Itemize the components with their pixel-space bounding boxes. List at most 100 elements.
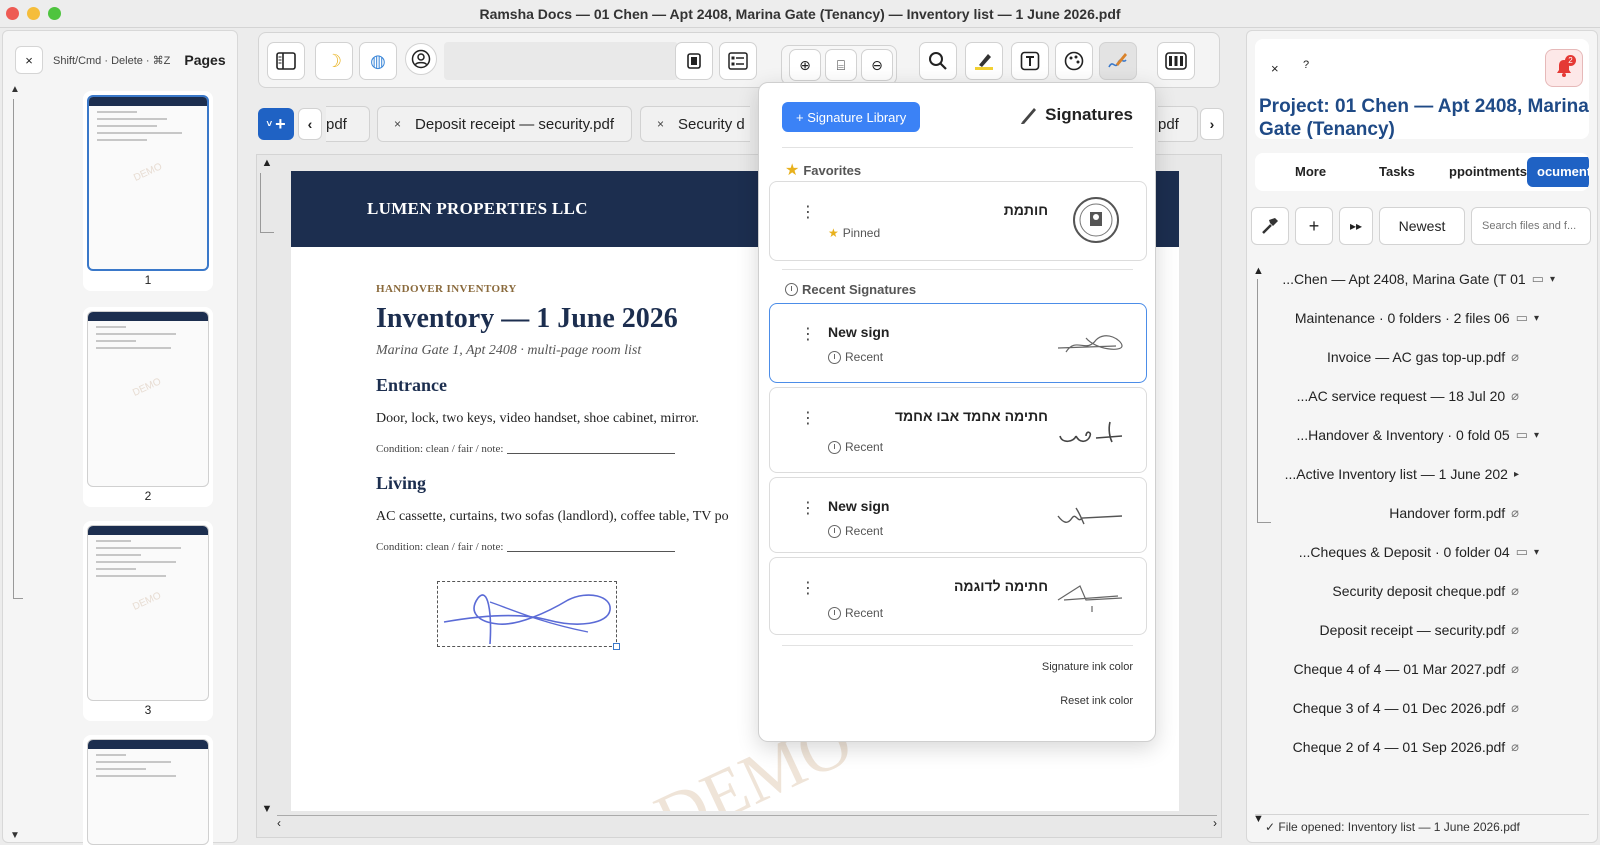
close-panel-icon[interactable]: ×: [1271, 61, 1279, 76]
signature-library-button[interactable]: + Signature Library: [782, 102, 921, 132]
files-scroll-thumb[interactable]: [1257, 279, 1271, 523]
tab-more[interactable]: More: [1295, 164, 1326, 179]
more-options-icon[interactable]: ⋮: [800, 324, 816, 344]
document-horizontal-scrollbar[interactable]: ‹ ›: [277, 815, 1217, 831]
zoom-window-button[interactable]: [48, 7, 61, 20]
new-tab-button[interactable]: ˅ +: [258, 108, 294, 140]
zoom-out-icon[interactable]: ⊖: [861, 49, 893, 81]
scroll-left-icon[interactable]: ‹: [277, 816, 281, 830]
pages-scroll-track[interactable]: [13, 99, 23, 599]
tab-documents[interactable]: ocuments ·: [1527, 157, 1589, 187]
dark-mode-icon[interactable]: ☽: [315, 42, 353, 80]
fit-page-icon[interactable]: ⌸: [825, 49, 857, 81]
highlighter-icon[interactable]: [965, 42, 1003, 80]
tab-item-4[interactable]: pdf: [1158, 106, 1198, 142]
scroll-down-icon[interactable]: ▼: [260, 803, 274, 815]
tree-row-folder[interactable]: ...Chen — Apt 2408, Marina Gate (T 01 ▭ ▾: [1282, 271, 1555, 287]
tree-row-file[interactable]: Cheque 2 of 4 — 01 Sep 2026.pdf ⌀: [1293, 739, 1519, 755]
chevron-down-icon[interactable]: ▾: [1550, 274, 1555, 285]
close-tab-icon[interactable]: ×: [394, 117, 401, 131]
more-options-icon[interactable]: ⋮: [800, 498, 816, 518]
tabs-next-button[interactable]: ›: [1200, 108, 1224, 140]
tab-tasks[interactable]: Tasks: [1379, 164, 1415, 179]
sort-dropdown[interactable]: Newest: [1379, 207, 1465, 245]
tree-row-file[interactable]: ...AC service request — 18 Jul 20 ⌀: [1297, 388, 1519, 404]
condition-label: Condition: clean / fair / note:: [376, 541, 504, 553]
signature-card-recent-2[interactable]: ⋮ חתימה אחמד אבו אחמד Recent: [769, 387, 1147, 473]
placed-signature[interactable]: [437, 581, 620, 650]
palette-icon[interactable]: [1055, 42, 1093, 80]
tree-row-file[interactable]: Cheque 4 of 4 — 01 Mar 2027.pdf ⌀: [1293, 661, 1519, 677]
chevron-down-icon[interactable]: ▾: [1534, 547, 1539, 558]
page-thumbnail-2[interactable]: DEMO 2: [83, 307, 213, 507]
scroll-up-icon[interactable]: ▲: [260, 157, 274, 169]
paperclip-icon: ⌀: [1511, 505, 1519, 520]
tab-item-2[interactable]: × Deposit receipt — security.pdf: [377, 106, 632, 142]
close-window-button[interactable]: [6, 7, 19, 20]
tree-row-folder[interactable]: ...Handover & Inventory · 0 fold 05 ▭ ▾: [1296, 427, 1539, 443]
grid-view-icon[interactable]: [1157, 42, 1195, 80]
page-thumbnail-4[interactable]: [83, 735, 213, 845]
more-options-icon[interactable]: ⋮: [800, 408, 816, 428]
chevron-down-icon[interactable]: ▾: [1534, 430, 1539, 441]
signature-preview: [1057, 585, 1123, 612]
tree-row-folder[interactable]: ...Active Inventory list — 1 June 202 ▸: [1285, 466, 1519, 482]
scroll-up-icon[interactable]: ▲: [1253, 265, 1264, 277]
tree-row-folder[interactable]: ...Cheques & Deposit · 0 folder 04 ▭ ▾: [1299, 544, 1539, 560]
scroll-up-icon[interactable]: ▲: [7, 83, 23, 97]
tree-row-file[interactable]: Security deposit cheque.pdf ⌀: [1332, 583, 1519, 599]
hammer-icon[interactable]: [1251, 207, 1289, 245]
signature-status: Recent: [828, 524, 883, 538]
text-tool-icon[interactable]: [1011, 42, 1049, 80]
toolbar-search-input[interactable]: [444, 42, 678, 80]
checklist-icon[interactable]: [719, 42, 757, 80]
reset-ink-color-button[interactable]: Reset ink color: [1060, 695, 1133, 707]
signature-card-recent-1[interactable]: ⋮ New sign Recent: [769, 303, 1147, 383]
tree-row-folder[interactable]: Maintenance · 0 folders · 2 files 06 ▭ ▾: [1295, 310, 1539, 326]
more-options-icon[interactable]: ⋮: [800, 578, 816, 598]
signature-tool-icon[interactable]: [1099, 42, 1137, 80]
pages-scrollbar[interactable]: ▲ ▼: [7, 83, 25, 843]
search-icon[interactable]: [919, 42, 957, 80]
document-title: Inventory — 1 June 2026: [376, 303, 678, 334]
notifications-button[interactable]: 2: [1545, 49, 1583, 87]
sidebar-toggle-icon[interactable]: [267, 42, 305, 80]
files-search-input[interactable]: [1471, 207, 1591, 245]
page-thumbnail-3[interactable]: DEMO 3: [83, 521, 213, 721]
more-options-icon[interactable]: ⋮: [800, 202, 816, 222]
signature-card-favorite[interactable]: ⋮ חותמת ★ Pinned: [769, 181, 1147, 261]
title-bar: Ramsha Docs — 01 Chen — Apt 2408, Marina…: [0, 0, 1600, 28]
resize-handle[interactable]: [613, 643, 620, 650]
close-tab-icon[interactable]: ×: [657, 117, 664, 131]
tree-row-file[interactable]: Cheque 3 of 4 — 01 Dec 2026.pdf ⌀: [1293, 700, 1519, 716]
clock-icon: [785, 283, 798, 296]
chevron-right-icon[interactable]: ▸: [1514, 469, 1519, 480]
add-file-icon[interactable]: +: [1295, 207, 1333, 245]
zoom-in-icon[interactable]: ⊕: [789, 49, 821, 81]
globe-icon[interactable]: ◍: [359, 42, 397, 80]
tree-row-file[interactable]: Handover form.pdf ⌀: [1389, 505, 1519, 521]
tabs-prev-button[interactable]: ‹: [298, 108, 322, 140]
folder-icon: ▭: [1515, 310, 1528, 325]
document-vertical-scrollbar[interactable]: ▲ ▼: [257, 155, 277, 815]
document-view-icon[interactable]: [675, 42, 713, 80]
tree-row-file[interactable]: Deposit receipt — security.pdf ⌀: [1319, 622, 1519, 638]
scroll-right-icon[interactable]: ›: [1213, 816, 1217, 830]
account-icon[interactable]: [405, 43, 437, 75]
files-scrollbar[interactable]: ▲ ▼: [1253, 265, 1271, 825]
vertical-scroll-thumb[interactable]: [260, 173, 274, 233]
tree-row-file[interactable]: Invoice — AC gas top-up.pdf ⌀: [1327, 349, 1519, 365]
signature-ink-color-button[interactable]: Signature ink color: [1042, 661, 1133, 673]
expand-icon[interactable]: ▸▸: [1339, 207, 1373, 245]
signature-card-recent-3[interactable]: ⋮ New sign Recent: [769, 477, 1147, 553]
close-pages-button[interactable]: ×: [15, 46, 43, 74]
help-icon[interactable]: ?: [1303, 59, 1309, 71]
signature-card-recent-4[interactable]: ⋮ חתימה לדוגמה Recent: [769, 557, 1147, 635]
scroll-down-icon[interactable]: ▼: [7, 829, 23, 843]
page-thumbnail-1[interactable]: DEMO 1: [83, 91, 213, 291]
tab-appointments[interactable]: ppointments: [1449, 164, 1527, 179]
chevron-down-icon[interactable]: ▾: [1534, 313, 1539, 324]
tab-item-3[interactable]: × Security d: [640, 106, 750, 142]
tab-item-1[interactable]: pdf: [326, 106, 370, 142]
minimize-window-button[interactable]: [27, 7, 40, 20]
